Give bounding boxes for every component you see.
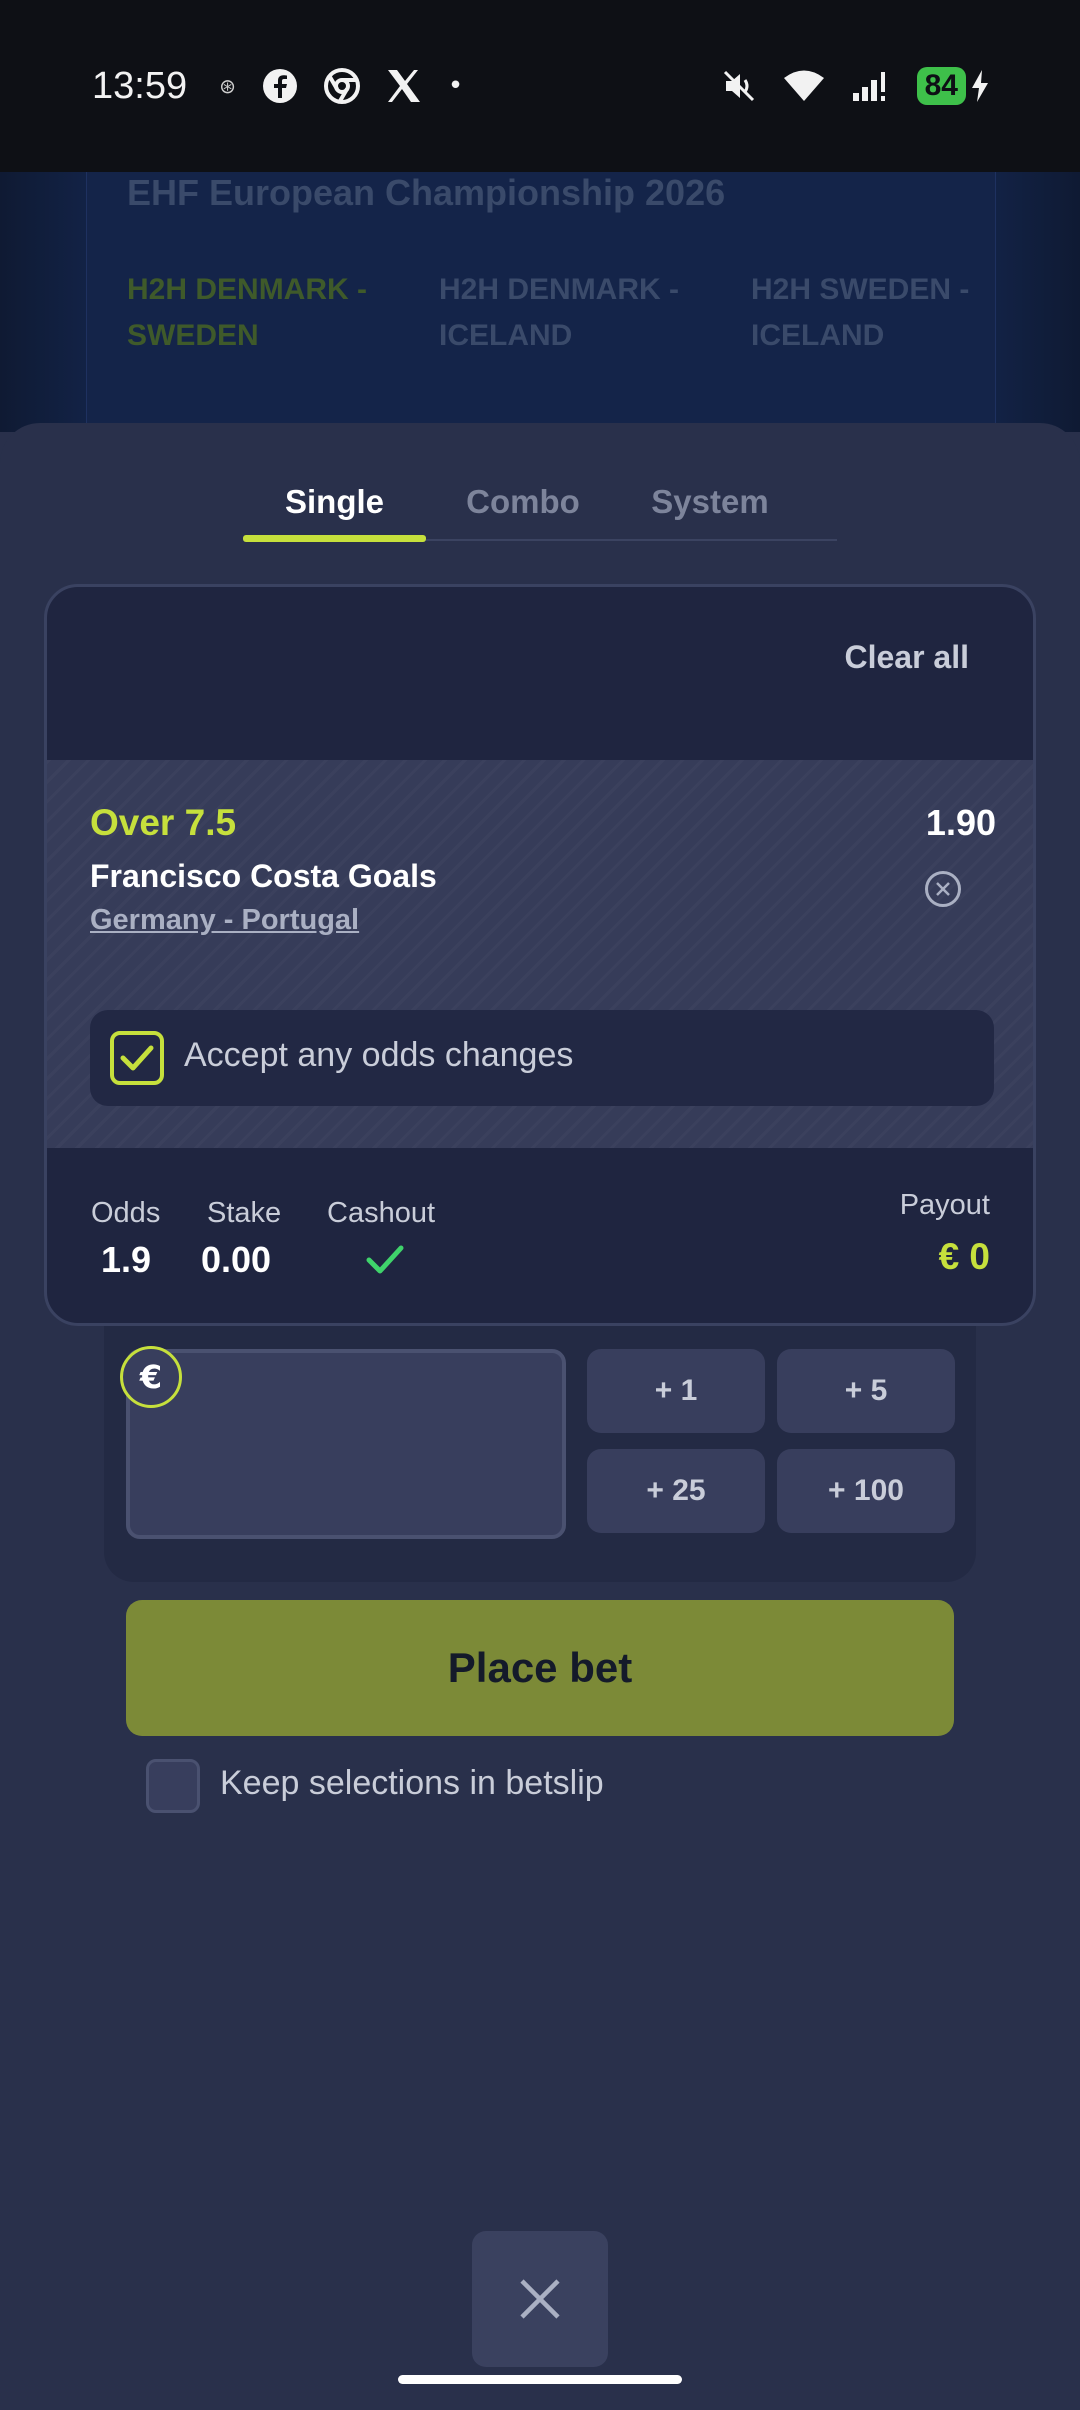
close-icon (936, 882, 950, 896)
euro-currency-icon: € (120, 1346, 182, 1408)
payout-label: Payout (899, 1189, 990, 1221)
notification-dot-icon: • (447, 71, 464, 101)
bet-selection: Over 7.5 Francisco Costa Goals Germany -… (47, 760, 1033, 1148)
payout-value: € 0 (938, 1236, 990, 1277)
chrome-icon (323, 68, 360, 104)
close-betslip-button[interactable] (472, 2231, 608, 2367)
stake-input[interactable] (126, 1349, 566, 1539)
close-icon (520, 2279, 560, 2319)
stake-area: € + 1 + 5 + 25 + 100 (104, 1326, 976, 1582)
status-right: 84 (721, 67, 990, 105)
bg-tab-denmark-sweden[interactable]: H2H DENMARK - SWEDEN (127, 267, 407, 359)
bet-card: Clear all Over 7.5 Francisco Costa Goals… (44, 584, 1036, 1326)
keep-selections-label: Keep selections in betslip (220, 1764, 604, 1802)
quick-stake-1-button[interactable]: + 1 (587, 1349, 765, 1433)
bg-tab-denmark-iceland[interactable]: H2H DENMARK - ICELAND (439, 267, 719, 359)
clear-all-button[interactable]: Clear all (844, 639, 969, 676)
stake-value: 0.00 (201, 1239, 272, 1280)
status-bar: 13:59 ⊛ • 84 (0, 0, 1080, 172)
accept-odds-row[interactable]: Accept any odds changes (90, 1010, 994, 1106)
checkmark-icon (120, 1045, 154, 1071)
vpn-icon: ⊛ (219, 74, 236, 98)
betslip-sheet: Single Combo System Clear all Over 7.5 F… (0, 423, 1080, 2410)
accept-odds-checkbox[interactable] (110, 1031, 164, 1085)
cashout-check-icon (365, 1244, 405, 1280)
quick-stake-25-button[interactable]: + 25 (587, 1449, 765, 1533)
background-page: EHF European Championship 2026 H2H DENMA… (0, 172, 1080, 432)
keep-selections-checkbox[interactable] (146, 1759, 200, 1813)
bg-tab-sweden-iceland[interactable]: H2H SWEDEN - ICELAND (751, 267, 1031, 359)
home-indicator[interactable] (398, 2375, 682, 2384)
status-left: 13:59 ⊛ • (92, 65, 463, 108)
betslip-tabs: Single Combo System (243, 463, 837, 542)
place-bet-button[interactable]: Place bet (126, 1600, 954, 1736)
mute-icon (721, 68, 757, 104)
signal-icon (851, 69, 891, 103)
selection-odds: 1.90 (925, 802, 996, 843)
selection-market: Over 7.5 (90, 802, 237, 843)
tab-system[interactable]: System (620, 463, 800, 541)
quick-stake-5-button[interactable]: + 5 (777, 1349, 955, 1433)
charging-icon (970, 69, 990, 103)
status-time: 13:59 (92, 64, 188, 107)
background-card: EHF European Championship 2026 H2H DENMA… (86, 172, 996, 432)
tab-combo[interactable]: Combo (426, 463, 620, 541)
x-twitter-icon (386, 69, 422, 103)
battery-level: 84 (916, 67, 966, 105)
quick-stake-100-button[interactable]: + 100 (777, 1449, 955, 1533)
facebook-icon (262, 68, 298, 104)
odds-value: 1.9 (101, 1239, 152, 1280)
active-tab-indicator (243, 535, 426, 542)
competition-title: EHF European Championship 2026 (127, 172, 726, 213)
remove-selection-button[interactable] (925, 871, 961, 907)
cashout-label: Cashout (327, 1197, 436, 1229)
wifi-icon (783, 69, 825, 103)
accept-odds-label: Accept any odds changes (184, 1036, 574, 1074)
odds-label: Odds (91, 1197, 161, 1229)
selection-match-link[interactable]: Germany - Portugal (90, 904, 359, 937)
tab-single[interactable]: Single (243, 463, 426, 541)
stake-label: Stake (207, 1197, 282, 1229)
selection-player: Francisco Costa Goals (90, 858, 437, 894)
